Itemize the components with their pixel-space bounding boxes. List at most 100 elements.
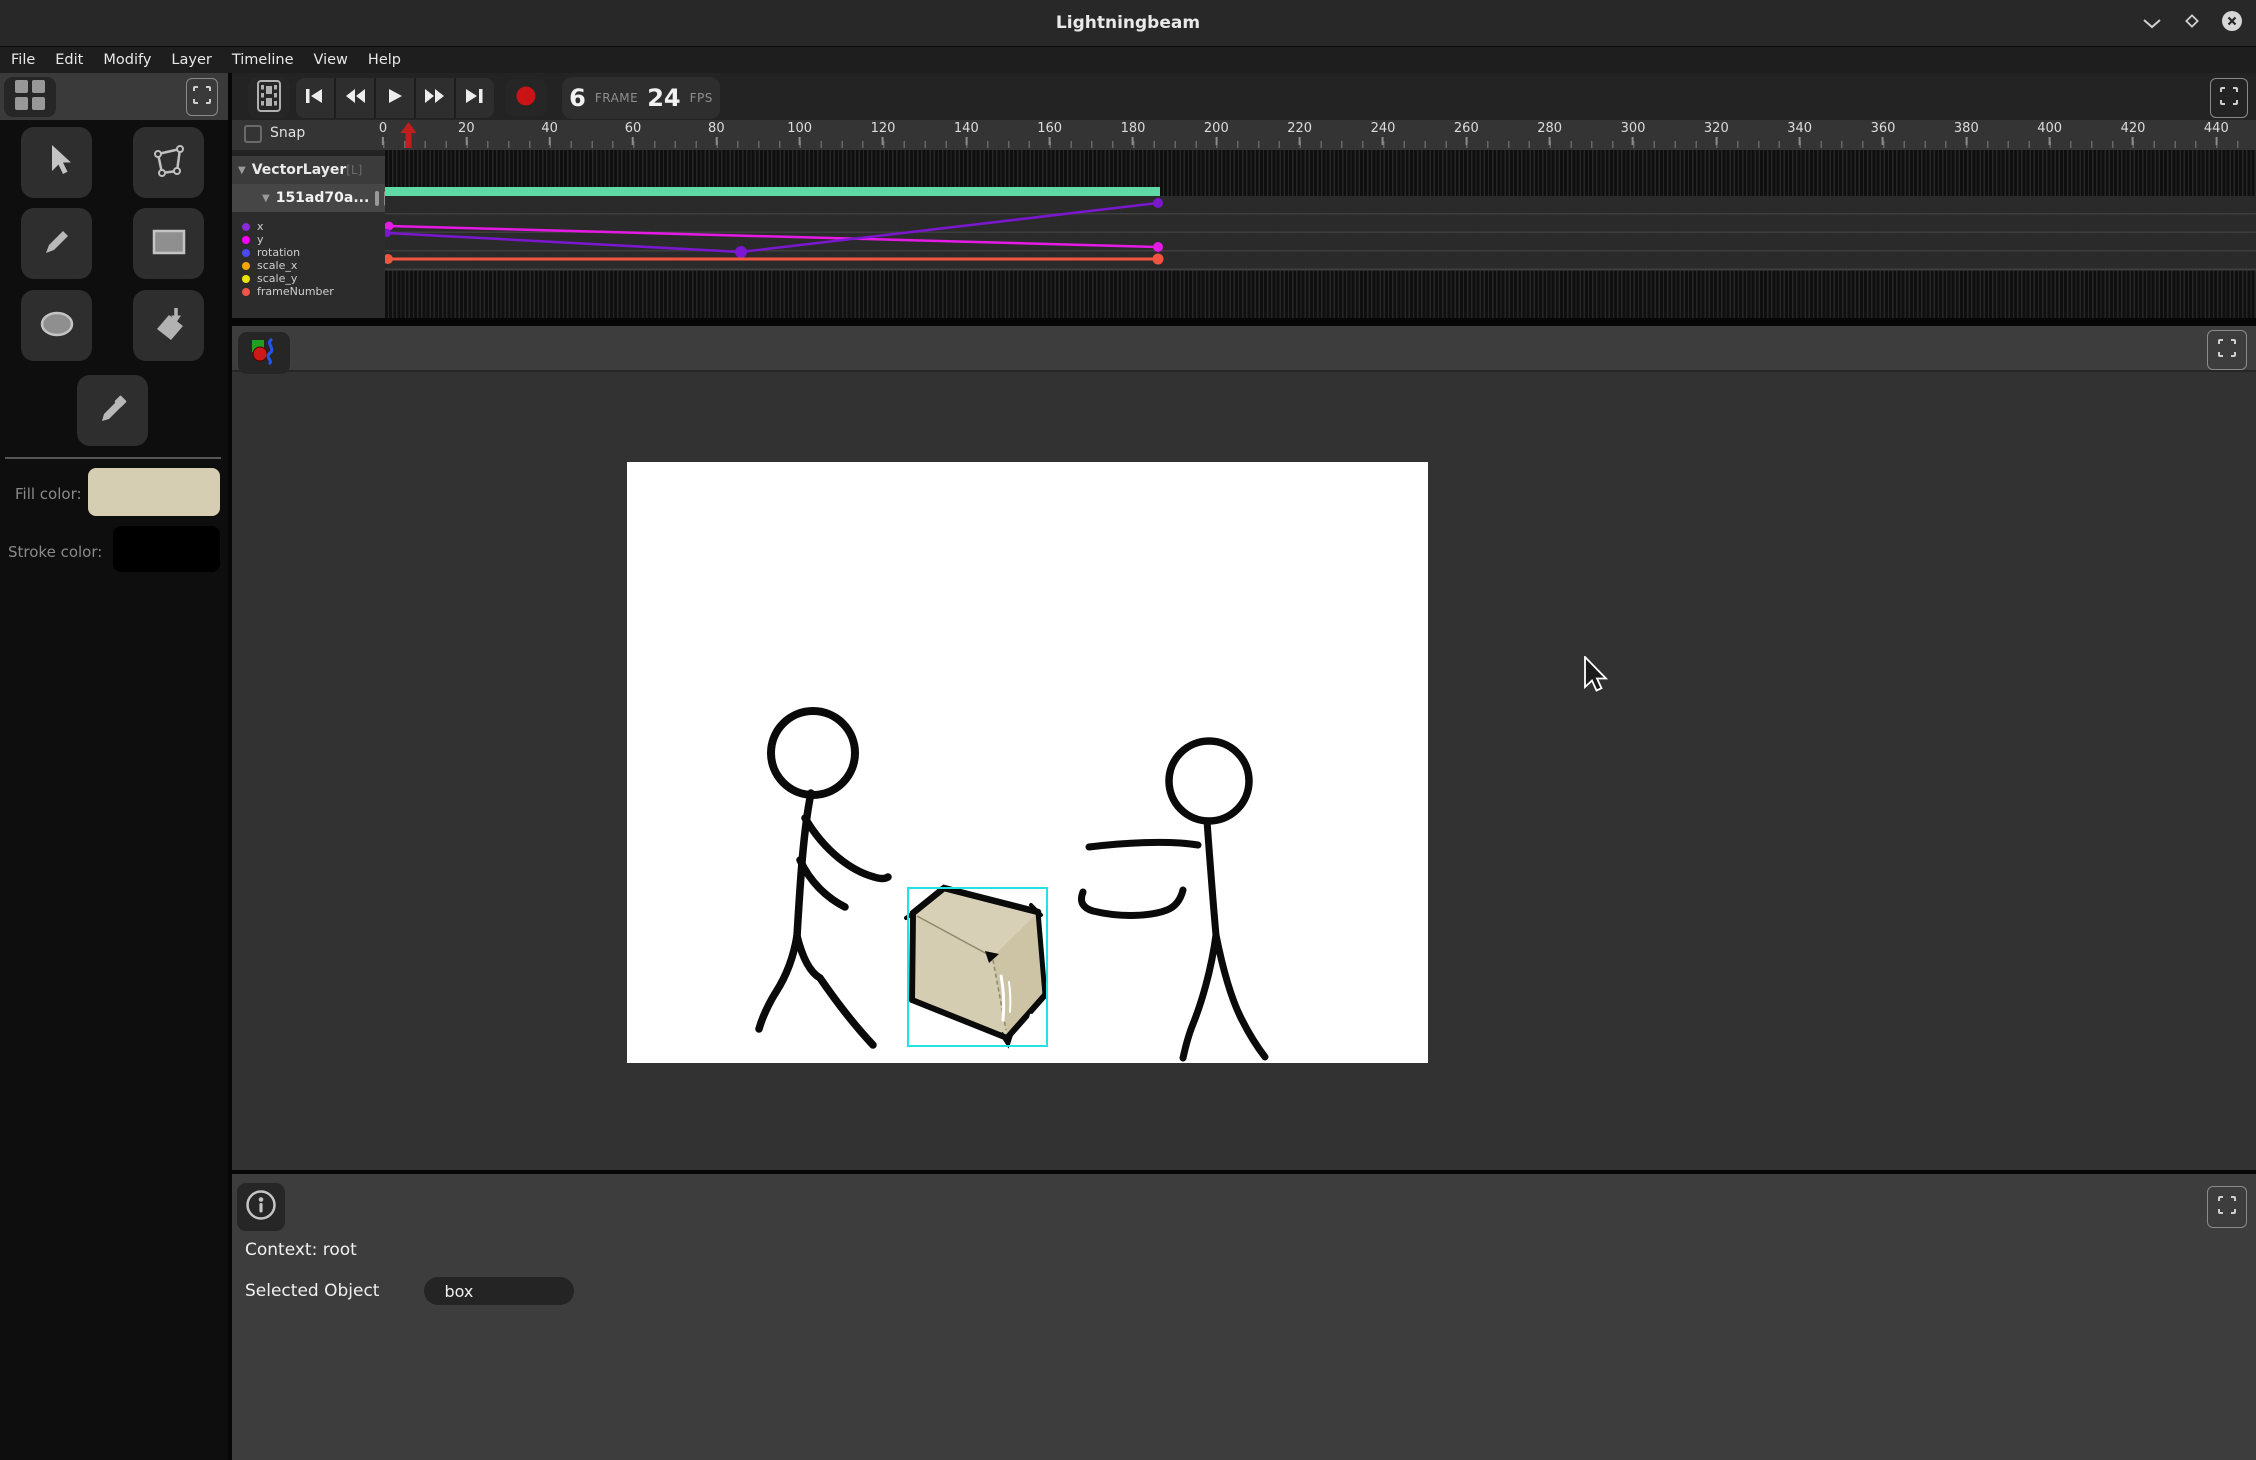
- frameNumber-curve-keyframe[interactable]: [1153, 254, 1164, 265]
- timeline-property-row[interactable]: rotation: [232, 246, 385, 259]
- menu-item[interactable]: Layer: [161, 47, 221, 74]
- skip-to-start-button[interactable]: [296, 78, 336, 118]
- play-icon: [387, 88, 403, 108]
- animation-curves: [385, 150, 2256, 318]
- disclosure-triangle-icon[interactable]: ▼: [262, 193, 270, 204]
- timeline-property-row[interactable]: y: [232, 233, 385, 246]
- property-name: frameNumber: [257, 286, 334, 297]
- stage-drawing: [627, 462, 1428, 1063]
- ruler-tick-label: 240: [1371, 122, 1396, 145]
- timeline-property-row[interactable]: frameNumber: [232, 285, 385, 298]
- select-tool-button[interactable]: [21, 127, 92, 198]
- object-visibility-toggle[interactable]: [375, 191, 379, 206]
- timeline-ruler[interactable]: Snap 0 20 40 60 80 100 120 140: [232, 120, 2256, 150]
- pencil-tool-button[interactable]: [21, 208, 92, 279]
- canvas-header: [232, 326, 2256, 372]
- play-button[interactable]: [376, 78, 416, 118]
- fast-forward-icon: [424, 88, 446, 108]
- menu-item[interactable]: File: [1, 47, 45, 74]
- rectangle-icon: [152, 229, 186, 259]
- ruler-tick-label: 260: [1454, 122, 1479, 145]
- inspector-panel: Context: root Selected Object box: [232, 1174, 2256, 1460]
- stroke-color-label: Stroke color:: [8, 543, 102, 561]
- timeline-property-row[interactable]: scale_x: [232, 259, 385, 272]
- rewind-button[interactable]: [336, 78, 376, 118]
- ruler-tick-label: 440: [2204, 122, 2229, 145]
- eyedropper-tool-button[interactable]: [77, 375, 148, 446]
- vector-shapes-button[interactable]: [238, 332, 290, 374]
- timeline-toolbar: 6 FRAME 24 FPS: [232, 73, 2256, 120]
- record-button[interactable]: [505, 79, 547, 116]
- info-button[interactable]: [237, 1183, 285, 1231]
- property-name: y: [257, 234, 264, 245]
- fill-color-label: Fill color:: [15, 485, 82, 503]
- window-title: Lightningbeam: [0, 0, 2256, 46]
- menu-item[interactable]: Timeline: [222, 47, 304, 74]
- property-list: x y rotation scale_x scale_y frameNumber: [232, 212, 385, 318]
- playhead[interactable]: [400, 122, 417, 153]
- selected-object-value[interactable]: box: [424, 1277, 574, 1305]
- rectangle-tool-button[interactable]: [133, 208, 204, 279]
- menu-item[interactable]: Edit: [45, 47, 93, 74]
- object-row[interactable]: ▼ 151ad70a... ~: [232, 184, 385, 212]
- fps-value: 24: [647, 84, 680, 112]
- tools-expand-button[interactable]: [186, 78, 218, 116]
- menu-item[interactable]: Modify: [93, 47, 161, 74]
- skip-to-end-button[interactable]: [456, 78, 494, 118]
- box-object[interactable]: [906, 888, 1047, 1046]
- transform-nodes-icon: [152, 144, 186, 182]
- ruler-tick-label: 180: [1121, 122, 1146, 145]
- property-name: x: [257, 221, 264, 232]
- menu-item[interactable]: View: [304, 47, 358, 74]
- mouse-cursor: [1584, 656, 1614, 702]
- timeline-property-row[interactable]: scale_y: [232, 272, 385, 285]
- ruler-tick-label: 380: [1954, 122, 1979, 145]
- timeline-expand-button[interactable]: [2210, 78, 2248, 118]
- fast-forward-button[interactable]: [416, 78, 456, 118]
- divider: [5, 457, 221, 459]
- frameNumber-curve-keyframe[interactable]: [385, 254, 393, 264]
- ruler-tick-label: 220: [1287, 122, 1312, 145]
- ruler-labels: 0 20 40 60 80 100 120 140 160: [232, 120, 2256, 150]
- menu-item[interactable]: Help: [358, 47, 411, 74]
- selected-object-row: Selected Object box: [245, 1277, 574, 1305]
- chevron-down-icon: [2143, 14, 2161, 33]
- ruler-tick-label: 60: [625, 122, 642, 145]
- transform-tool-button[interactable]: [133, 127, 204, 198]
- panel-grid-button[interactable]: [4, 77, 56, 117]
- frame-fps-display: 6 FRAME 24 FPS: [562, 77, 720, 119]
- menubar: FileEditModifyLayerTimelineViewHelp: [0, 46, 2256, 73]
- timeline-property-row[interactable]: x: [232, 220, 385, 233]
- context-text: Context: root: [245, 1240, 357, 1260]
- fill-color-swatch[interactable]: [88, 468, 220, 516]
- inspector-expand-button[interactable]: [2207, 1186, 2247, 1228]
- maximize-button[interactable]: [2178, 10, 2206, 36]
- skip-start-icon: [304, 88, 326, 108]
- disclosure-triangle-icon[interactable]: ▼: [238, 165, 246, 176]
- film-settings-button[interactable]: [248, 77, 290, 118]
- vector-shapes-icon: [249, 336, 279, 370]
- y-curve-keyframe[interactable]: [1153, 242, 1163, 252]
- stroke-color-swatch[interactable]: [113, 526, 220, 572]
- x-curve-keyframe[interactable]: [735, 246, 747, 258]
- timeline-tracks[interactable]: [385, 150, 2256, 318]
- minimize-button[interactable]: [2138, 10, 2166, 36]
- layer-clip-bar[interactable]: [385, 187, 1160, 196]
- ruler-tick-label: 80: [708, 122, 725, 145]
- property-name: scale_x: [257, 260, 297, 271]
- layer-row-vectorlayer[interactable]: ▼ VectorLayer [L]: [232, 156, 385, 184]
- stage[interactable]: [627, 462, 1428, 1063]
- property-color-dot: [242, 236, 250, 244]
- canvas-expand-button[interactable]: [2207, 330, 2247, 370]
- ruler-tick-label: 140: [954, 122, 979, 145]
- stick-figure-left[interactable]: [759, 711, 888, 1045]
- close-button[interactable]: [2218, 10, 2246, 36]
- x-curve-keyframe[interactable]: [1153, 198, 1163, 208]
- ellipse-tool-button[interactable]: [21, 290, 92, 361]
- fullscreen-icon: [2217, 1195, 2237, 1219]
- fill-bucket-tool-button[interactable]: [133, 290, 204, 361]
- diamond-icon: [2183, 12, 2201, 34]
- window-titlebar: Lightningbeam: [0, 0, 2256, 46]
- stick-figure-right[interactable]: [1081, 741, 1265, 1058]
- layer-badge: [L]: [346, 163, 362, 177]
